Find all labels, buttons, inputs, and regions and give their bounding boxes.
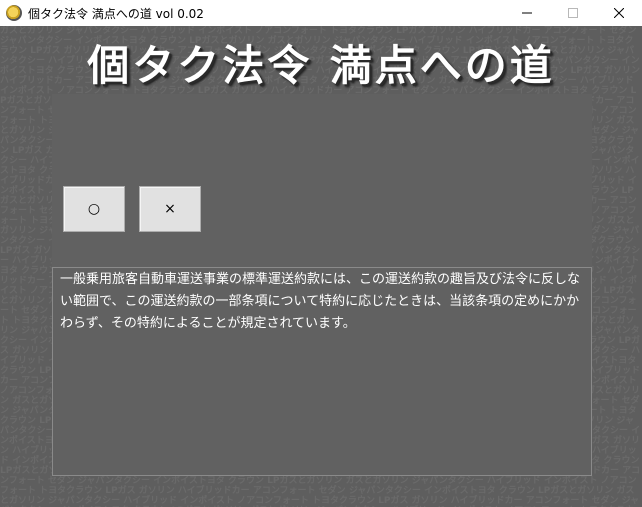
app-window: 個タク法令 満点への道 vol 0.02 ガスとガソリン ジャパンタクシー ハイ… (0, 0, 642, 507)
question-text-box: 一般乗用旅客自動車運送事業の標準運送約款には、この運送約款の趣旨及び法令に反しな… (52, 267, 592, 476)
app-icon (6, 5, 22, 21)
title-bar[interactable]: 個タク法令 満点への道 vol 0.02 (0, 0, 642, 26)
window-controls (504, 0, 642, 26)
maximize-button[interactable] (550, 0, 596, 26)
close-button[interactable] (596, 0, 642, 26)
image-panel (52, 94, 592, 267)
minimize-button[interactable] (504, 0, 550, 26)
close-icon (614, 8, 624, 18)
minimize-icon (522, 12, 532, 14)
window-title: 個タク法令 満点への道 vol 0.02 (28, 6, 204, 21)
answer-correct-button[interactable]: ○ (63, 186, 125, 232)
page-title: 個タク法令 満点への道 (87, 41, 555, 90)
client-area: ガスとガソリン ジャパンタクシー ハイブリッド インポイスト ノアコンフォート … (0, 26, 642, 507)
answer-wrong-button[interactable]: × (139, 186, 201, 232)
maximize-icon (568, 8, 578, 18)
